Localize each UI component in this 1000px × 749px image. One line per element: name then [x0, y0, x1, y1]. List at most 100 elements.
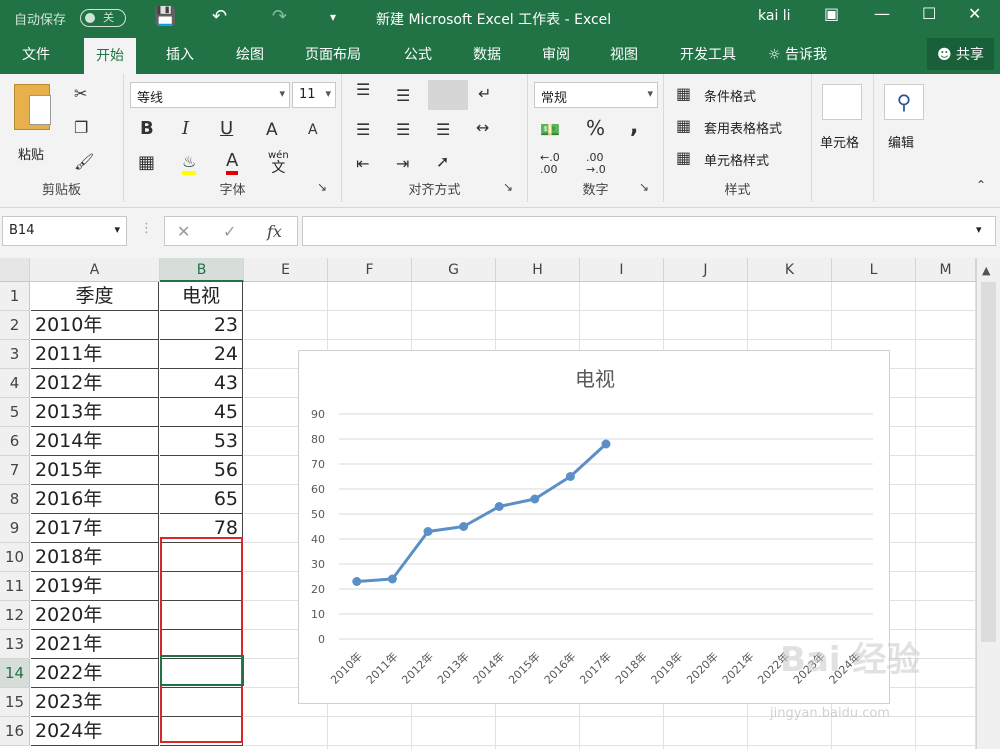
underline-button[interactable]: U — [220, 118, 233, 139]
scroll-up-icon[interactable]: ▲ — [982, 264, 990, 277]
cell-a5[interactable]: 2013年 — [31, 398, 159, 427]
tab-draw[interactable]: 绘图 — [236, 44, 264, 64]
cell-a7[interactable]: 2015年 — [31, 456, 159, 485]
share-button[interactable]: ☻ 共享 — [926, 38, 994, 70]
row-header-5[interactable]: 5 — [0, 398, 30, 427]
tab-developer[interactable]: 开发工具 — [680, 44, 736, 64]
format-painter-icon[interactable]: 🖌 — [74, 152, 94, 171]
cell-a14[interactable]: 2022年 — [31, 659, 159, 688]
column-header-m[interactable]: M — [916, 258, 976, 282]
column-header-k[interactable]: K — [748, 258, 832, 282]
copy-icon[interactable]: ❐ — [74, 118, 88, 137]
font-name-dropdown[interactable]: 等线 — [130, 82, 290, 108]
row-header-4[interactable]: 4 — [0, 369, 30, 398]
select-all-corner[interactable] — [0, 258, 30, 282]
row-header-14[interactable]: 14 — [0, 659, 30, 688]
row-header-8[interactable]: 8 — [0, 485, 30, 514]
search-icon[interactable]: ⚲ — [884, 84, 924, 120]
cell-a13[interactable]: 2021年 — [31, 630, 159, 659]
cell-b5[interactable]: 45 — [160, 398, 243, 427]
percent-button[interactable]: % — [586, 116, 605, 140]
middle-align-icon[interactable]: ☰ — [396, 86, 410, 105]
tab-formulas[interactable]: 公式 — [404, 44, 432, 64]
undo-icon[interactable]: ↶ — [212, 6, 227, 27]
bottom-align-icon[interactable] — [428, 80, 468, 110]
column-header-j[interactable]: J — [664, 258, 748, 282]
shrink-font-button[interactable]: A — [308, 122, 318, 138]
font-dialog-launcher-icon[interactable]: ↘ — [317, 180, 327, 194]
cell-b4[interactable]: 43 — [160, 369, 243, 398]
merge-center-icon[interactable]: ↔ — [476, 118, 489, 137]
ribbon-display-icon[interactable]: ▣ — [824, 4, 839, 23]
borders-icon[interactable]: ▦ — [138, 152, 155, 173]
row-header-2[interactable]: 2 — [0, 311, 30, 340]
row-header-12[interactable]: 12 — [0, 601, 30, 630]
cell-b2[interactable]: 23 — [160, 311, 243, 340]
tab-home[interactable]: 开始 — [84, 38, 136, 74]
cell-a4[interactable]: 2012年 — [31, 369, 159, 398]
orientation-icon[interactable]: ➚ — [436, 152, 449, 171]
row-header-10[interactable]: 10 — [0, 543, 30, 572]
cell-b7[interactable]: 56 — [160, 456, 243, 485]
tab-file[interactable]: 文件 — [22, 44, 50, 64]
alignment-dialog-launcher-icon[interactable]: ↘ — [503, 180, 513, 194]
insert-function-button[interactable]: fx — [267, 222, 282, 241]
align-left-icon[interactable]: ☰ — [356, 120, 370, 139]
tell-me[interactable]: ☼ 告诉我 — [768, 44, 827, 64]
column-header-a[interactable]: A — [30, 258, 160, 282]
customize-toolbar-icon[interactable]: ▾ — [330, 10, 336, 24]
user-name[interactable]: kai li — [758, 8, 791, 24]
cancel-icon[interactable]: ✕ — [177, 222, 190, 241]
cell-styles-button[interactable]: 单元格样式 — [704, 150, 769, 169]
close-icon[interactable]: ✕ — [968, 4, 981, 23]
italic-button[interactable]: I — [182, 118, 189, 139]
name-box[interactable]: B14 — [2, 216, 127, 246]
enter-icon[interactable]: ✓ — [223, 222, 236, 241]
font-size-dropdown[interactable]: 11 — [292, 82, 336, 108]
accounting-format-icon[interactable]: 💵 — [540, 120, 560, 139]
redo-icon[interactable]: ↷ — [272, 6, 287, 27]
row-header-1[interactable]: 1 — [0, 282, 30, 311]
row-header-9[interactable]: 9 — [0, 514, 30, 543]
cell-a16[interactable]: 2024年 — [31, 717, 159, 746]
cell-a8[interactable]: 2016年 — [31, 485, 159, 514]
formula-input[interactable] — [302, 216, 996, 246]
row-header-15[interactable]: 15 — [0, 688, 30, 717]
cell-b8[interactable]: 65 — [160, 485, 243, 514]
top-align-icon[interactable]: ☰ — [356, 80, 370, 99]
row-header-16[interactable]: 16 — [0, 717, 30, 746]
tab-review[interactable]: 审阅 — [542, 44, 570, 64]
collapse-ribbon-icon[interactable]: ⌃ — [976, 178, 986, 192]
align-right-icon[interactable]: ☰ — [436, 120, 450, 139]
expand-formula-bar-icon[interactable]: ▾ — [976, 223, 982, 236]
editing-button[interactable]: 编辑 — [888, 132, 914, 151]
align-center-icon[interactable]: ☰ — [396, 120, 410, 139]
cell-a1[interactable]: 季度 — [31, 282, 159, 311]
cell-b3[interactable]: 24 — [160, 340, 243, 369]
column-header-f[interactable]: F — [328, 258, 412, 282]
cell-a6[interactable]: 2014年 — [31, 427, 159, 456]
vertical-scrollbar[interactable]: ▲ — [976, 258, 1000, 749]
decrease-decimal-icon[interactable]: .00 →.0 — [586, 152, 606, 176]
cell-a9[interactable]: 2017年 — [31, 514, 159, 543]
increase-decimal-icon[interactable]: ←.0.00 — [540, 152, 560, 176]
conditional-formatting-button[interactable]: 条件格式 — [704, 86, 756, 105]
paste-icon[interactable] — [14, 84, 51, 130]
font-color-button[interactable]: A — [226, 150, 239, 175]
tab-data[interactable]: 数据 — [473, 44, 501, 64]
paste-button[interactable]: 粘贴 — [18, 144, 44, 163]
phonetic-guide-button[interactable]: wén 文 — [268, 150, 289, 175]
cell-a11[interactable]: 2019年 — [31, 572, 159, 601]
cell-b6[interactable]: 53 — [160, 427, 243, 456]
comma-button[interactable]: , — [630, 114, 638, 139]
decrease-indent-icon[interactable]: ⇤ — [356, 154, 369, 173]
row-header-13[interactable]: 13 — [0, 630, 30, 659]
increase-indent-icon[interactable]: ⇥ — [396, 154, 409, 173]
number-dialog-launcher-icon[interactable]: ↘ — [639, 180, 649, 194]
cell-a10[interactable]: 2018年 — [31, 543, 159, 572]
row-header-3[interactable]: 3 — [0, 340, 30, 369]
cell-a15[interactable]: 2023年 — [31, 688, 159, 717]
autosave-toggle[interactable]: 关 — [80, 9, 126, 27]
row-header-7[interactable]: 7 — [0, 456, 30, 485]
scroll-thumb[interactable] — [981, 282, 996, 642]
